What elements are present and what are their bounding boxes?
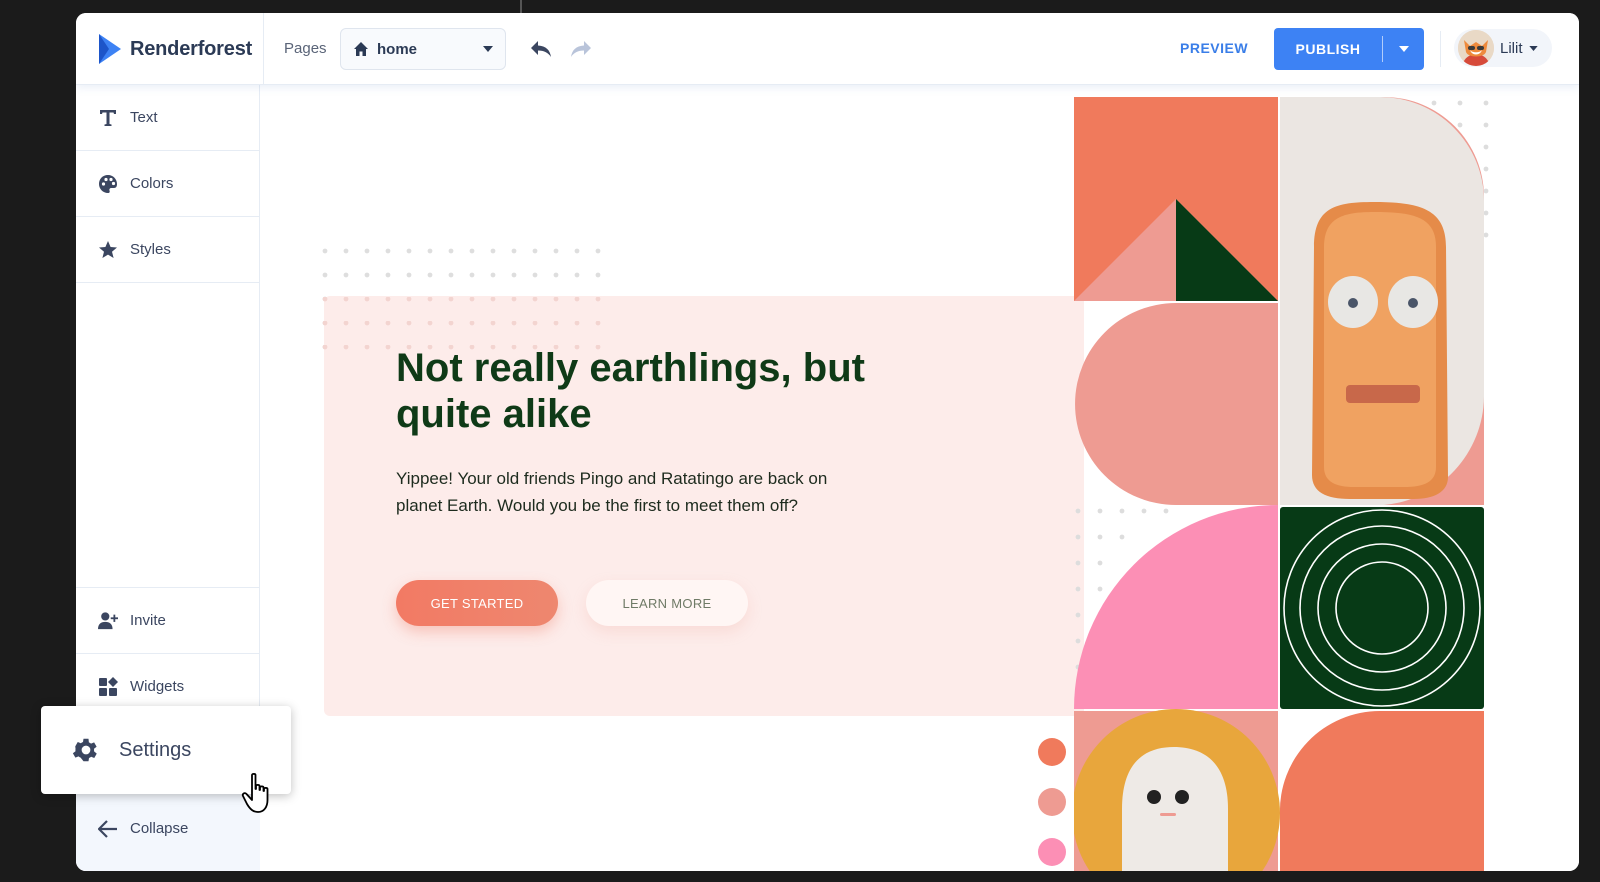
hero-body[interactable]: Yippee! Your old friends Pingo and Ratat… <box>396 465 876 519</box>
settings-label: Settings <box>119 738 192 761</box>
user-menu[interactable]: Lilit <box>1454 29 1552 67</box>
editor-window: Renderforest Pages home PREVIEW PUBLISH <box>76 13 1579 871</box>
hand-pointer-cursor-icon <box>241 772 269 813</box>
publish-label: PUBLISH <box>1295 41 1361 57</box>
background-divider <box>520 0 522 13</box>
hero-title[interactable]: Not really earthlings, but quite alike <box>396 345 956 437</box>
get-started-button[interactable]: GET STARTED <box>396 580 558 626</box>
color-dot-pink[interactable] <box>1038 838 1066 866</box>
sidebar-item-label: Text <box>130 109 158 126</box>
preview-button[interactable]: PREVIEW <box>1180 40 1248 56</box>
learn-more-button[interactable]: LEARN MORE <box>586 580 748 626</box>
logo-icon <box>99 34 121 64</box>
color-dot-blush[interactable] <box>1038 788 1066 816</box>
sidebar-item-collapse[interactable]: Collapse <box>76 785 260 871</box>
sidebar-item-text[interactable]: Text <box>76 85 260 151</box>
chevron-down-icon <box>483 46 493 52</box>
chevron-down-icon <box>1528 45 1538 51</box>
page-select-value: home <box>377 40 418 58</box>
palette-icon <box>98 174 118 194</box>
color-dot-coral[interactable] <box>1038 738 1066 766</box>
chevron-down-icon <box>1398 46 1409 52</box>
page-select[interactable]: home <box>340 28 506 70</box>
gear-icon <box>72 738 97 762</box>
logo-text: Renderforest <box>130 37 253 60</box>
top-bar: Renderforest Pages home PREVIEW PUBLISH <box>76 13 1579 85</box>
avatar-fox-icon <box>1458 30 1494 66</box>
undo-icon[interactable] <box>529 38 553 60</box>
redo-icon[interactable] <box>569 38 593 60</box>
user-name: Lilit <box>1500 39 1523 57</box>
add-user-icon <box>98 611 118 631</box>
sidebar-item-invite[interactable]: Invite <box>76 587 260 653</box>
text-icon <box>98 108 118 128</box>
sidebar-item-label: Colors <box>130 175 174 192</box>
star-icon <box>98 240 118 260</box>
sidebar-item-label: Widgets <box>130 678 185 695</box>
sidebar-item-label: Collapse <box>130 820 189 837</box>
sidebar-item-colors[interactable]: Colors <box>76 151 260 217</box>
home-icon <box>354 42 368 56</box>
sidebar-item-styles[interactable]: Styles <box>76 217 260 283</box>
pages-label: Pages <box>284 40 327 57</box>
sidebar-item-label: Invite <box>130 612 166 629</box>
hero-illustration[interactable] <box>1074 97 1494 871</box>
sidebar-item-label: Styles <box>130 241 171 258</box>
arrow-left-icon <box>98 819 118 839</box>
header-divider <box>263 13 264 85</box>
page-canvas[interactable]: Not really earthlings, but quite alike Y… <box>260 85 1579 871</box>
logo[interactable]: Renderforest <box>96 31 252 67</box>
publish-button[interactable]: PUBLISH <box>1274 28 1424 70</box>
widgets-icon <box>98 676 118 697</box>
publish-options-button[interactable] <box>1383 46 1424 52</box>
avatar <box>1458 30 1494 66</box>
header-divider-right <box>1440 31 1441 67</box>
